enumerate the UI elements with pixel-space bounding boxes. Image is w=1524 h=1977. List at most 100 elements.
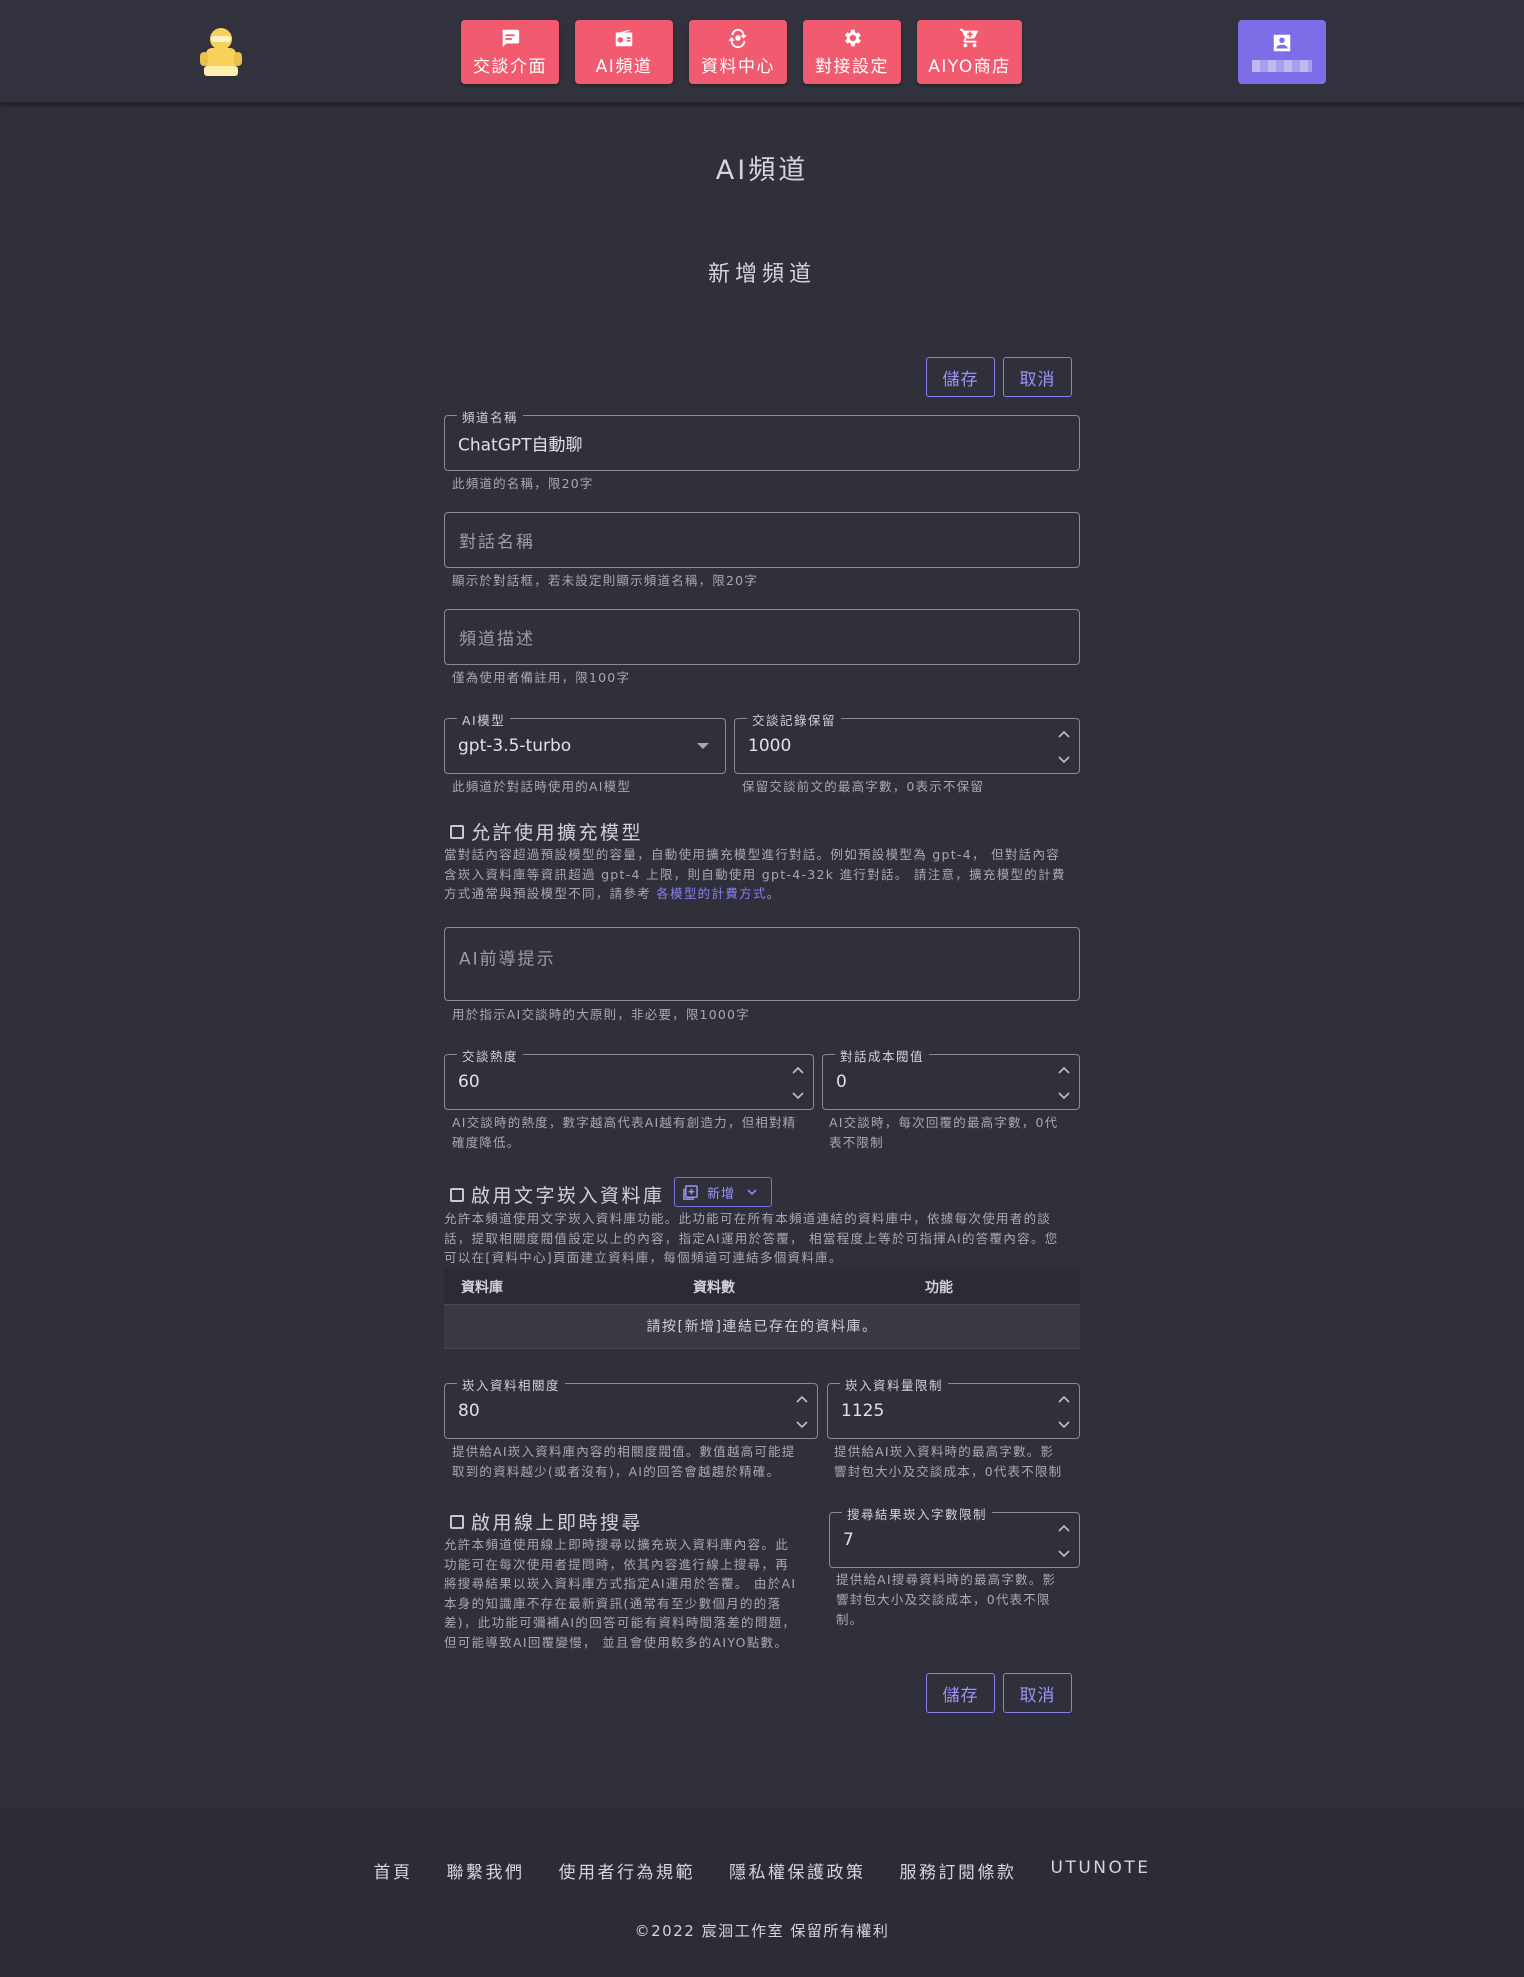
- footer: [0, 1808, 1524, 1977]
- form-title: 新增頻道: [707, 262, 816, 287]
- footer-link-contact[interactable]: 聯繫我們: [447, 1858, 525, 1883]
- search-limit-help-line: 制。: [836, 1612, 864, 1627]
- web-search-desc-line: 將搜尋結果以崁入資料庫方式指定AI運用於答覆。 由於AI: [444, 1576, 797, 1591]
- embed-limit-help-line: 提供給AI崁入資料時的最高字數。影: [834, 1444, 1055, 1459]
- account-box-icon: [1273, 34, 1291, 52]
- cancel-button-top[interactable]: 取消: [1003, 357, 1072, 397]
- pricing-link[interactable]: 各模型的計費方式: [656, 886, 766, 901]
- history-keep-label: 交談記錄保留: [747, 710, 842, 729]
- ai-model-label: AI模型: [457, 710, 511, 729]
- embed-limit-field[interactable]: 崁入資料量限制 1125: [827, 1375, 1080, 1439]
- nav-data-center-button[interactable]: 資料中心: [689, 20, 787, 84]
- embed-db-checkbox[interactable]: 啟用文字崁入資料庫: [450, 1181, 665, 1208]
- add-database-label: 新增: [707, 1186, 736, 1202]
- temperature-field[interactable]: 交談熱度 60: [444, 1046, 814, 1110]
- column-header: 資料數: [693, 1279, 735, 1296]
- library-add-icon: [683, 1184, 698, 1200]
- footer-link-conduct[interactable]: 使用者行為規範: [559, 1858, 696, 1883]
- channel-desc-help: 僅為使用者備註用，限100字: [452, 670, 631, 685]
- channel-desc-field[interactable]: 頻道描述: [444, 609, 1080, 665]
- gear-icon: [845, 29, 861, 47]
- number-stepper-icon[interactable]: [795, 1388, 809, 1436]
- temperature-help-line: AI交談時的熱度，數字越高代表AI越有創造力，但相對精: [452, 1115, 797, 1130]
- nav-integration-button[interactable]: 對接設定: [803, 20, 901, 84]
- footer-link-terms[interactable]: 服務訂閱條款: [900, 1858, 1017, 1883]
- embed-relevance-field[interactable]: 崁入資料相關度 80: [444, 1375, 818, 1439]
- channel-name-label: 頻道名稱: [457, 407, 524, 426]
- number-stepper-icon[interactable]: [1057, 1388, 1071, 1436]
- chevron-down-icon: [747, 1189, 757, 1196]
- number-stepper-icon[interactable]: [791, 1059, 805, 1107]
- cost-threshold-label: 對話成本閥值: [835, 1046, 930, 1065]
- number-stepper-icon[interactable]: [1057, 1517, 1071, 1565]
- temperature-value[interactable]: 60: [458, 1072, 480, 1092]
- robot-logo-icon[interactable]: [198, 26, 244, 78]
- extended-model-desc-line: 含崁入資料庫等資訊超過 gpt-4 上限，則自動使用 gpt-4-32k 進行對…: [444, 866, 1066, 882]
- search-limit-field[interactable]: 搜尋結果崁入字數限制 7: [829, 1504, 1080, 1568]
- table-empty-message: 請按[新增]連結已存在的資料庫。: [444, 1305, 1080, 1349]
- embed-relevance-value[interactable]: 80: [458, 1401, 480, 1421]
- number-stepper-icon[interactable]: [1057, 723, 1071, 771]
- column-header: 功能: [925, 1279, 953, 1296]
- embed-limit-help-line: 響封包大小及交談成本，0代表不限制: [834, 1464, 1063, 1479]
- cost-threshold-help: AI交談時，每次回覆的最高字數，0代 表不限制: [829, 1113, 1058, 1153]
- add-database-dropdown[interactable]: 新增: [674, 1177, 772, 1207]
- ai-model-select[interactable]: AI模型 gpt-3.5-turbo: [444, 710, 726, 774]
- web-search-checkbox[interactable]: 啟用線上即時搜尋: [450, 1508, 643, 1535]
- channel-desc-placeholder: 頻道描述: [459, 629, 535, 650]
- channel-name-field[interactable]: 頻道名稱 ChatGPT自動聊: [444, 407, 1080, 471]
- history-keep-help: 保留交談前文的最高字數，0表示不保留: [742, 779, 985, 794]
- nav-chat-label: 交談介面: [473, 57, 547, 77]
- nav-ai-channel-label: AI頻道: [595, 57, 653, 77]
- user-profile-button[interactable]: [1238, 20, 1326, 84]
- web-search-desc: 允許本頻道使用線上即時搜尋以擴充崁入資料庫內容。此 功能可在每次使用者提問時，依…: [444, 1535, 814, 1652]
- cart-icon: [959, 28, 978, 48]
- search-limit-value[interactable]: 7: [843, 1530, 854, 1550]
- save-button-top[interactable]: 儲存: [926, 357, 995, 397]
- embed-limit-value[interactable]: 1125: [841, 1401, 884, 1421]
- chat-icon: [502, 29, 520, 48]
- system-prompt-placeholder: AI前導提示: [459, 949, 556, 970]
- extended-model-label: 允許使用擴充模型: [471, 822, 644, 844]
- temperature-label: 交談熱度: [457, 1046, 524, 1065]
- cost-threshold-help-line: AI交談時，每次回覆的最高字數，0代: [829, 1115, 1059, 1130]
- embed-relevance-label: 崁入資料相關度: [457, 1375, 566, 1394]
- checkbox-icon[interactable]: [450, 1187, 464, 1202]
- embed-db-desc-line: 可以在[資料中心]頁面建立資料庫，每個頻道可連結多個資料庫。: [444, 1250, 843, 1265]
- ai-model-help: 此頻道於對話時使用的AI模型: [452, 779, 632, 794]
- cost-threshold-value[interactable]: 0: [836, 1072, 847, 1092]
- nav-store-button[interactable]: AIYO商店: [917, 20, 1022, 84]
- system-prompt-field[interactable]: AI前導提示: [444, 927, 1080, 1001]
- search-limit-help: 提供給AI搜尋資料時的最高字數。影 響封包大小及交談成本，0代表不限 制。: [836, 1570, 1056, 1630]
- temperature-help: AI交談時的熱度，數字越高代表AI越有創造力，但相對精 確度降低。: [452, 1113, 796, 1153]
- save-button-bottom[interactable]: 儲存: [926, 1673, 995, 1713]
- search-limit-label: 搜尋結果崁入字數限制: [842, 1504, 993, 1523]
- radio-icon: [615, 29, 633, 47]
- cost-threshold-field[interactable]: 對話成本閥值 0: [822, 1046, 1080, 1110]
- channel-name-value[interactable]: ChatGPT自動聊: [458, 431, 583, 456]
- checkbox-icon[interactable]: [450, 1514, 464, 1529]
- data-center-icon: [728, 28, 747, 49]
- history-keep-field[interactable]: 交談記錄保留 1000: [734, 710, 1080, 774]
- extended-model-desc-line: 當對話內容超過預設模型的容量，自動使用擴充模型進行對話。例如預設模型為 gpt-…: [444, 847, 1061, 862]
- ai-model-value: gpt-3.5-turbo: [458, 736, 572, 756]
- nav-chat-button[interactable]: 交談介面: [461, 20, 559, 84]
- dropdown-caret-icon: [697, 743, 709, 749]
- web-search-desc-line: 但可能導致AI回覆變慢， 並且會使用較多的AIYO點數。: [444, 1634, 789, 1650]
- checkbox-icon[interactable]: [450, 824, 464, 839]
- extended-model-desc-line: 方式通常與預設模型不同，請參考: [444, 886, 657, 901]
- history-keep-value[interactable]: 1000: [748, 736, 791, 756]
- dialog-name-placeholder: 對話名稱: [459, 532, 535, 553]
- footer-link-utunote[interactable]: UTUNOTE: [1051, 1858, 1151, 1883]
- cost-threshold-help-line: 表不限制: [829, 1135, 884, 1150]
- nav-ai-channel-button[interactable]: AI頻道: [575, 20, 673, 84]
- column-header: 資料庫: [461, 1279, 503, 1296]
- dialog-name-field[interactable]: 對話名稱: [444, 512, 1080, 568]
- cancel-button-bottom[interactable]: 取消: [1003, 1673, 1072, 1713]
- extended-model-checkbox[interactable]: 允許使用擴充模型: [450, 818, 643, 845]
- embed-db-desc: 允許本頻道使用文字崁入資料庫功能。此功能可在所有本頻道連結的資料庫中，依據每次使…: [444, 1209, 1084, 1268]
- web-search-desc-line: 本身的知識庫不存在最新資訊(通常有至少數個月的的落: [444, 1595, 782, 1611]
- footer-link-privacy[interactable]: 隱私權保護政策: [729, 1858, 866, 1883]
- footer-link-home[interactable]: 首頁: [374, 1858, 413, 1883]
- number-stepper-icon[interactable]: [1057, 1059, 1071, 1107]
